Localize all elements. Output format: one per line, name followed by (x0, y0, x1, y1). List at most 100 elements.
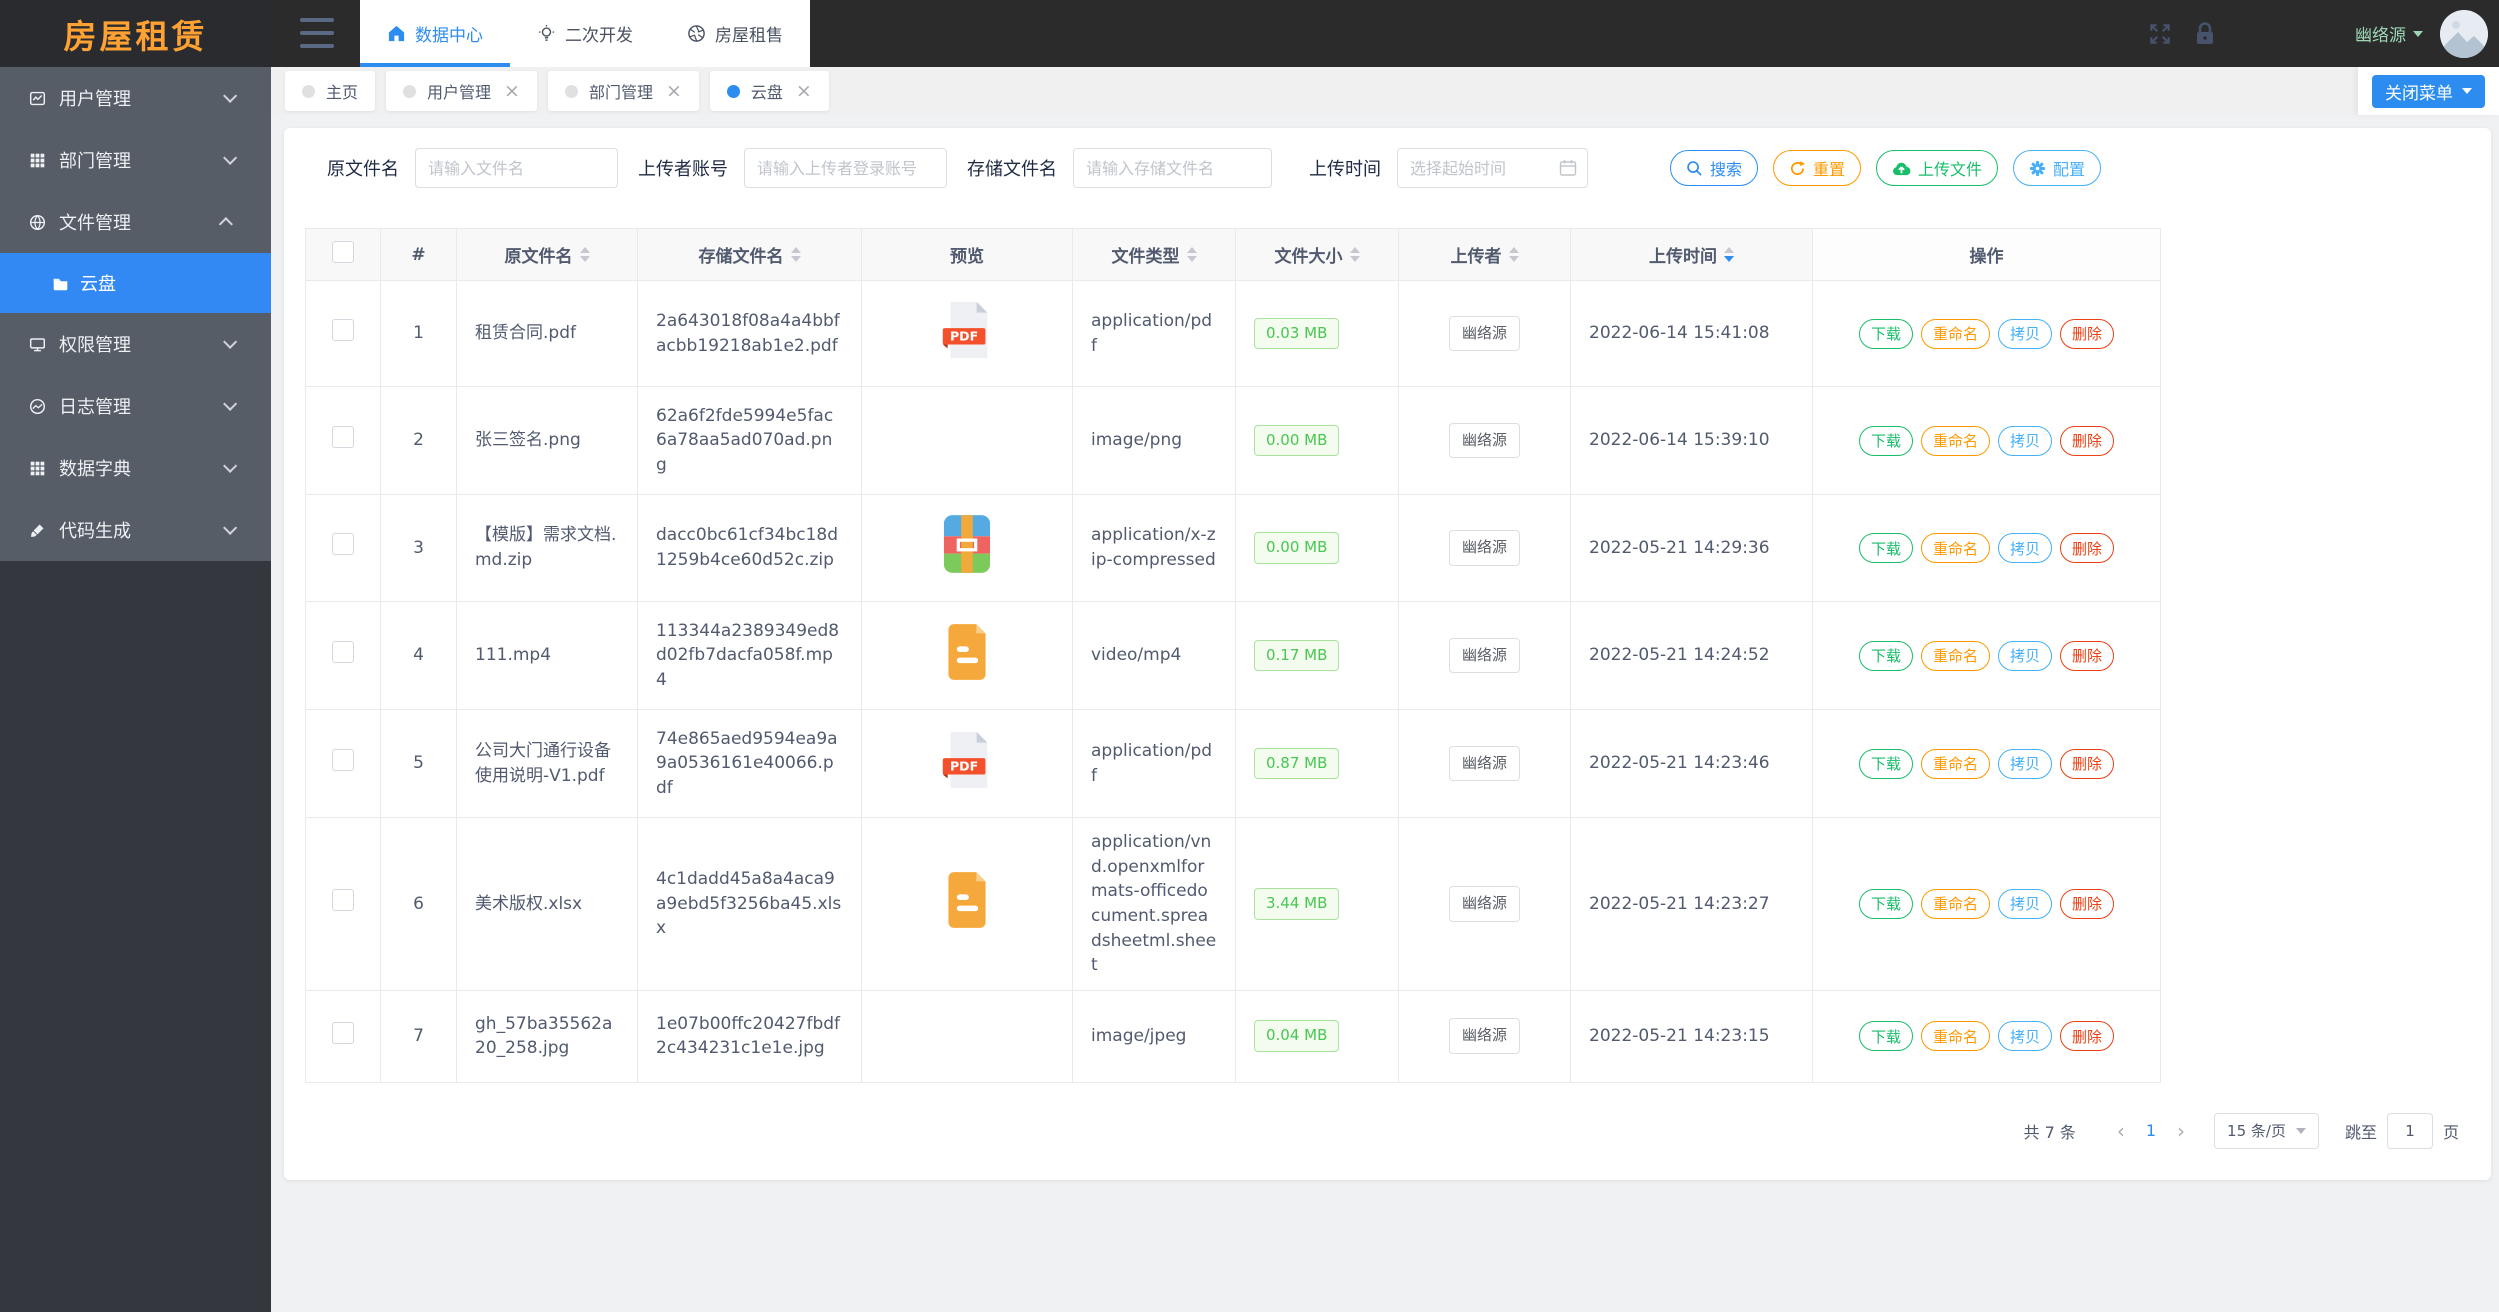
sort-icon[interactable] (1349, 247, 1360, 262)
close-menu-button[interactable]: 关闭菜单 (2372, 74, 2485, 108)
sort-icon[interactable] (790, 247, 801, 262)
filter-name-input[interactable] (415, 148, 618, 188)
delete-button[interactable]: 删除 (2060, 748, 2115, 779)
username[interactable]: 幽络源 (2355, 21, 2406, 46)
sidebar-item-log-mgmt[interactable]: 日志管理 (0, 375, 271, 437)
copy-button[interactable]: 拷贝 (1998, 318, 2053, 349)
header-size[interactable]: 文件大小 (1235, 228, 1399, 281)
hamburger-menu-icon[interactable] (300, 18, 334, 48)
search-button[interactable]: 搜索 (1670, 150, 1759, 186)
uploader-chip[interactable]: 幽络源 (1448, 422, 1520, 459)
rename-button[interactable]: 重命名 (1920, 318, 1990, 349)
download-button[interactable]: 下载 (1858, 640, 1913, 671)
toolbar: 搜索 重置 上传文件 配置 (1670, 150, 2102, 186)
sidebar-item-file-mgmt[interactable]: 文件管理 (0, 191, 271, 253)
copy-button[interactable]: 拷贝 (1998, 748, 2053, 779)
download-button[interactable]: 下载 (1858, 533, 1913, 563)
copy-button[interactable]: 拷贝 (1998, 425, 2053, 456)
rename-button[interactable]: 重命名 (1920, 748, 1990, 779)
sort-icon[interactable] (1508, 247, 1519, 262)
tag-cloud-disk[interactable]: 云盘 × (709, 71, 829, 111)
row-checkbox[interactable] (332, 1021, 354, 1044)
rename-button[interactable]: 重命名 (1920, 533, 1990, 563)
uploader-chip[interactable]: 幽络源 (1448, 1018, 1520, 1055)
row-checkbox[interactable] (332, 533, 354, 556)
file-table-wrap: # 原文件名 存储文件名 预览 文件类型 文件大小 上传者 上传时间 操作 1 … (305, 228, 2161, 1083)
tag-dot (403, 84, 417, 98)
uploader-chip[interactable]: 幽络源 (1448, 886, 1520, 922)
avatar[interactable] (2440, 9, 2488, 58)
copy-button[interactable]: 拷贝 (1998, 1021, 2053, 1052)
copy-button[interactable]: 拷贝 (1998, 533, 2053, 563)
cell-preview[interactable] (861, 601, 1073, 710)
reset-button[interactable]: 重置 (1773, 150, 1862, 186)
sort-icon[interactable] (579, 247, 590, 262)
page-size-select[interactable]: 15 条/页 (2214, 1112, 2319, 1149)
sidebar-item-dept-mgmt[interactable]: 部门管理 (0, 129, 271, 191)
rename-button[interactable]: 重命名 (1920, 888, 1990, 919)
row-checkbox[interactable] (332, 640, 354, 663)
uploader-chip[interactable]: 幽络源 (1448, 315, 1520, 352)
tag-home[interactable]: 主页 (285, 71, 376, 111)
sidebar-item-user-mgmt[interactable]: 用户管理 (0, 67, 271, 129)
download-button[interactable]: 下载 (1858, 425, 1913, 456)
sidebar-item-data-dict[interactable]: 数据字典 (0, 437, 271, 499)
row-checkbox[interactable] (332, 889, 354, 912)
sidebar-item-code-gen[interactable]: 代码生成 (0, 499, 271, 561)
delete-button[interactable]: 删除 (2060, 318, 2115, 349)
tag-user-mgmt[interactable]: 用户管理 × (386, 71, 537, 111)
config-button[interactable]: 配置 (2013, 150, 2102, 186)
download-button[interactable]: 下载 (1858, 1021, 1913, 1052)
copy-button[interactable]: 拷贝 (1998, 888, 2053, 919)
page-number-1[interactable]: 1 (2138, 1121, 2164, 1140)
nav-tab-label: 房屋租售 (715, 26, 783, 46)
sidebar-subitem-cloud-disk[interactable]: 云盘 (0, 253, 271, 313)
delete-button[interactable]: 删除 (2060, 640, 2115, 671)
rename-button[interactable]: 重命名 (1920, 640, 1990, 671)
close-icon[interactable]: × (666, 81, 682, 101)
row-checkbox[interactable] (332, 425, 354, 448)
row-checkbox[interactable] (332, 748, 354, 771)
nav-tab-data-center[interactable]: 数据中心 (360, 0, 510, 67)
upload-file-button[interactable]: 上传文件 (1876, 150, 1999, 186)
delete-button[interactable]: 删除 (2060, 888, 2115, 919)
sort-icon-active[interactable] (1724, 247, 1734, 262)
jump-page-input[interactable] (2386, 1112, 2433, 1149)
filter-storage-input[interactable] (1073, 148, 1272, 188)
sort-icon[interactable] (1186, 247, 1197, 262)
header-uploader[interactable]: 上传者 (1398, 228, 1571, 281)
cell-preview[interactable]: PDF (861, 280, 1073, 387)
download-button[interactable]: 下载 (1858, 748, 1913, 779)
select-all-checkbox[interactable] (332, 241, 354, 263)
uploader-chip[interactable]: 幽络源 (1448, 530, 1520, 566)
fullscreen-icon[interactable] (2147, 21, 2173, 47)
lock-icon[interactable] (2193, 21, 2217, 47)
prev-page-button[interactable]: ‹ (2104, 1119, 2138, 1143)
header-type[interactable]: 文件类型 (1072, 228, 1236, 281)
delete-button[interactable]: 删除 (2060, 1021, 2115, 1052)
header-name[interactable]: 原文件名 (456, 228, 638, 281)
nav-tab-house-rental[interactable]: 房屋租售 (660, 0, 810, 67)
uploader-chip[interactable]: 幽络源 (1448, 745, 1520, 782)
close-icon[interactable]: × (504, 81, 520, 101)
download-button[interactable]: 下载 (1858, 318, 1913, 349)
rename-button[interactable]: 重命名 (1920, 1021, 1990, 1052)
sidebar-item-perm-mgmt[interactable]: 权限管理 (0, 313, 271, 375)
header-time[interactable]: 上传时间 (1570, 228, 1813, 281)
filter-uploader-input[interactable] (744, 148, 947, 188)
close-icon[interactable]: × (796, 81, 812, 101)
tag-dept-mgmt[interactable]: 部门管理 × (547, 71, 699, 111)
row-checkbox[interactable] (332, 318, 354, 341)
header-storage[interactable]: 存储文件名 (637, 228, 862, 281)
delete-button[interactable]: 删除 (2060, 425, 2115, 456)
uploader-chip[interactable]: 幽络源 (1448, 637, 1520, 674)
download-button[interactable]: 下载 (1858, 888, 1913, 919)
next-page-button[interactable]: › (2164, 1119, 2198, 1143)
delete-button[interactable]: 删除 (2060, 533, 2115, 563)
rename-button[interactable]: 重命名 (1920, 425, 1990, 456)
cell-preview[interactable] (861, 817, 1073, 991)
copy-button[interactable]: 拷贝 (1998, 640, 2053, 671)
cell-preview[interactable] (861, 494, 1073, 602)
nav-tab-secondary-dev[interactable]: 二次开发 (510, 0, 660, 67)
cell-preview[interactable]: PDF (861, 709, 1073, 818)
